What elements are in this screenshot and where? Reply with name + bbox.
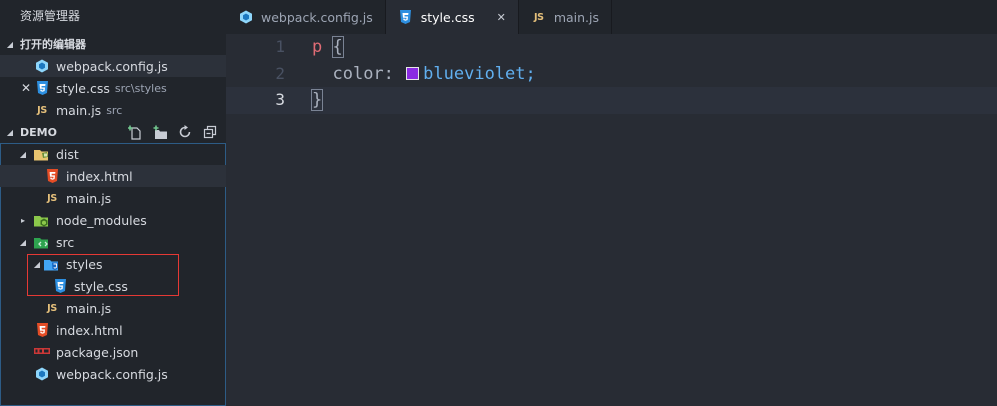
webpack-icon bbox=[238, 10, 254, 24]
tree-item-label: webpack.config.js bbox=[56, 366, 168, 382]
tab-label: main.js bbox=[553, 9, 600, 25]
tree-file-src-main-js[interactable]: JS main.js bbox=[0, 297, 226, 319]
tree-file-dist-main-js[interactable]: JS main.js bbox=[0, 187, 226, 209]
src-folder-icon bbox=[34, 235, 50, 249]
javascript-icon: JS bbox=[47, 302, 57, 314]
close-icon[interactable]: ✕ bbox=[21, 81, 31, 95]
tree-folder-dist[interactable]: ◢ dist bbox=[0, 143, 226, 165]
tree-file-style-css[interactable]: style.css bbox=[0, 275, 226, 297]
collapse-triangle-icon: ◢ bbox=[6, 39, 14, 49]
explorer-title: 资源管理器 bbox=[20, 9, 81, 23]
javascript-icon: JS bbox=[47, 192, 57, 204]
code-line-current[interactable]: 3 } bbox=[226, 87, 997, 114]
css3-icon bbox=[398, 10, 414, 24]
tree-folder-node-modules[interactable]: ▸ node_modules bbox=[0, 209, 226, 231]
css-property: color: bbox=[332, 63, 394, 84]
color-swatch[interactable] bbox=[406, 66, 420, 80]
open-editor-label: main.js bbox=[56, 102, 102, 118]
open-editors-header[interactable]: ◢ 打开的编辑器 bbox=[0, 33, 226, 55]
tree-item-label: index.html bbox=[56, 322, 123, 338]
open-editor-style-css[interactable]: ✕ style.css src\styles bbox=[0, 77, 226, 99]
tree-item-label: main.js bbox=[66, 300, 112, 316]
tree-item-label: node_modules bbox=[56, 212, 147, 228]
line-number: 3 bbox=[275, 90, 285, 109]
line-number: 1 bbox=[275, 37, 285, 56]
tree-folder-styles[interactable]: ◢ styles bbox=[0, 253, 226, 275]
new-folder-icon[interactable] bbox=[152, 124, 168, 140]
open-brace: { bbox=[331, 36, 344, 58]
tab-main-js[interactable]: JS main.js bbox=[519, 0, 613, 34]
tree-file-dist-index-html[interactable]: index.html bbox=[0, 165, 226, 187]
open-editors-label: 打开的编辑器 bbox=[20, 38, 86, 51]
css3-icon bbox=[34, 81, 50, 95]
npm-icon bbox=[34, 345, 50, 359]
javascript-icon: JS bbox=[37, 104, 47, 116]
explorer-sidebar: 资源管理器 ◢ 打开的编辑器 webpack.config.js ✕ style… bbox=[0, 0, 226, 406]
open-editor-path: src bbox=[106, 103, 123, 117]
open-editor-main-js[interactable]: JS main.js src bbox=[0, 99, 226, 121]
tree-item-label: main.js bbox=[66, 190, 112, 206]
javascript-icon: JS bbox=[533, 11, 544, 23]
tab-label: style.css bbox=[420, 9, 475, 25]
css-value: blueviolet; bbox=[423, 63, 536, 84]
collapsed-triangle-icon: ▸ bbox=[20, 215, 25, 225]
code-line[interactable]: 1 p { bbox=[226, 34, 997, 61]
code-text[interactable]: } bbox=[310, 87, 324, 113]
css3-icon bbox=[52, 279, 68, 293]
tree-file-webpack-config[interactable]: webpack.config.js bbox=[0, 363, 226, 385]
html5-icon bbox=[44, 169, 60, 183]
code-line[interactable]: 2 color: blueviolet; bbox=[226, 61, 997, 88]
tree-item-label: package.json bbox=[56, 344, 139, 360]
tab-webpack-config[interactable]: webpack.config.js bbox=[226, 0, 386, 34]
tree-file-index-html[interactable]: index.html bbox=[0, 319, 226, 341]
webpack-icon bbox=[34, 59, 50, 73]
refresh-icon[interactable] bbox=[177, 124, 193, 140]
expanded-triangle-icon: ◢ bbox=[33, 259, 41, 269]
code-text[interactable]: color: blueviolet; bbox=[312, 61, 536, 87]
tab-style-css[interactable]: style.css ✕ bbox=[385, 0, 519, 34]
collapse-all-icon[interactable] bbox=[202, 124, 218, 140]
open-editor-webpack-config[interactable]: webpack.config.js bbox=[0, 55, 226, 77]
css-selector: p bbox=[312, 37, 323, 57]
project-header[interactable]: ◢ DEMO bbox=[0, 121, 226, 143]
tree-file-package-json[interactable]: package.json bbox=[0, 341, 226, 363]
expanded-triangle-icon: ◢ bbox=[19, 149, 27, 159]
new-file-icon[interactable] bbox=[127, 124, 143, 140]
collapse-triangle-icon: ◢ bbox=[6, 127, 14, 137]
line-number: 2 bbox=[275, 63, 285, 83]
tree-item-label: src bbox=[56, 234, 75, 250]
html5-icon bbox=[34, 323, 50, 337]
editor-tab-bar: webpack.config.js style.css ✕ JS main.js bbox=[226, 0, 997, 34]
tree-item-label: style.css bbox=[74, 278, 128, 294]
code-text[interactable]: p { bbox=[312, 34, 344, 60]
tab-label: webpack.config.js bbox=[261, 9, 373, 25]
project-label: DEMO bbox=[20, 125, 57, 139]
styles-folder-icon bbox=[44, 257, 60, 271]
close-tab-icon[interactable]: ✕ bbox=[497, 11, 506, 24]
open-editor-path: src\styles bbox=[114, 81, 167, 95]
code-editor[interactable]: 1 p { 2 color: blueviolet; 3 } bbox=[226, 34, 997, 406]
project-actions bbox=[127, 124, 218, 140]
open-editor-label: style.css bbox=[56, 80, 110, 96]
tree-item-label: styles bbox=[66, 256, 103, 272]
node-folder-icon bbox=[34, 213, 50, 227]
dist-folder-icon bbox=[34, 147, 50, 161]
expanded-triangle-icon: ◢ bbox=[19, 237, 27, 247]
tree-folder-src[interactable]: ◢ src bbox=[0, 231, 226, 253]
tree-item-label: index.html bbox=[66, 168, 133, 184]
open-editor-label: webpack.config.js bbox=[56, 58, 168, 74]
tree-item-label: dist bbox=[56, 146, 79, 162]
close-brace: } bbox=[310, 89, 324, 111]
webpack-icon bbox=[34, 367, 50, 381]
